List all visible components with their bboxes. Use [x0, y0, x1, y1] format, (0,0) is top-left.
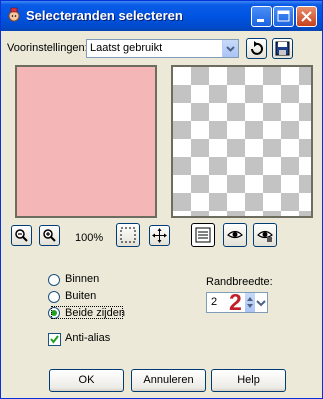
zoom-level: 100% [75, 232, 104, 244]
selection-marquee-icon [120, 227, 136, 243]
save-preset-button[interactable] [272, 38, 293, 59]
ok-button[interactable]: OK [49, 369, 124, 392]
minimize-icon [257, 19, 264, 22]
proof-button[interactable] [223, 223, 247, 247]
move-icon [152, 228, 167, 243]
close-icon [301, 11, 312, 22]
radio-label-beide-zijden[interactable]: Beide zijden [65, 307, 125, 319]
close-button[interactable] [296, 6, 317, 27]
chevron-down-icon [226, 46, 235, 52]
dialog-window: Selecteranden selecteren Voorinstellinge… [0, 0, 323, 399]
window-title: Selecteranden selecteren [26, 8, 183, 23]
zoom-out-button[interactable] [11, 225, 32, 246]
auto-proof-button[interactable] [253, 223, 277, 247]
anti-alias-checkbox[interactable] [48, 333, 61, 346]
border-width-label: Randbreedte: [206, 276, 273, 288]
checkmark-icon [50, 335, 59, 344]
slider-dropdown-button[interactable] [256, 295, 266, 310]
title-bar[interactable]: Selecteranden selecteren [1, 1, 322, 31]
app-icon [8, 7, 20, 22]
save-icon [275, 41, 290, 56]
zoom-out-icon [15, 229, 28, 242]
chevron-down-icon [256, 300, 266, 307]
presets-dropdown[interactable]: Laatst gebruikt [86, 39, 239, 58]
dropdown-button[interactable] [222, 40, 238, 57]
spin-up-down-icon [247, 297, 253, 308]
border-width-input[interactable]: 2 2 [206, 289, 268, 315]
eye-lock-icon [257, 230, 273, 242]
radio-binnen[interactable] [48, 274, 60, 286]
anti-alias-label[interactable]: Anti-alias [65, 332, 110, 344]
cancel-button[interactable]: Annuleren [131, 369, 206, 392]
eye-icon [227, 230, 243, 239]
border-width-value: 2 [211, 296, 218, 308]
preview-list-icon [195, 227, 211, 243]
zoom-to-selection-button[interactable] [116, 223, 140, 247]
presets-value: Laatst gebruikt [90, 42, 163, 54]
result-preview[interactable] [171, 65, 313, 218]
radio-label-buiten[interactable]: Buiten [65, 290, 96, 302]
minimize-button[interactable] [251, 6, 272, 27]
radio-buiten[interactable] [48, 291, 60, 303]
zoom-in-icon [43, 229, 56, 242]
annotation-number: 2 [229, 289, 242, 315]
maximize-button[interactable] [273, 6, 294, 27]
pan-button[interactable] [149, 225, 170, 246]
toggle-preview-button[interactable] [191, 223, 215, 247]
zoom-in-button[interactable] [39, 225, 60, 246]
help-button[interactable]: Help [211, 369, 286, 392]
radio-label-binnen[interactable]: Binnen [65, 273, 99, 285]
reset-preset-button[interactable] [246, 38, 267, 59]
reset-icon [251, 41, 263, 55]
spin-buttons[interactable] [245, 293, 255, 312]
maximize-icon [277, 10, 290, 22]
source-preview[interactable] [15, 65, 157, 218]
presets-label: Voorinstellingen: [7, 42, 88, 54]
